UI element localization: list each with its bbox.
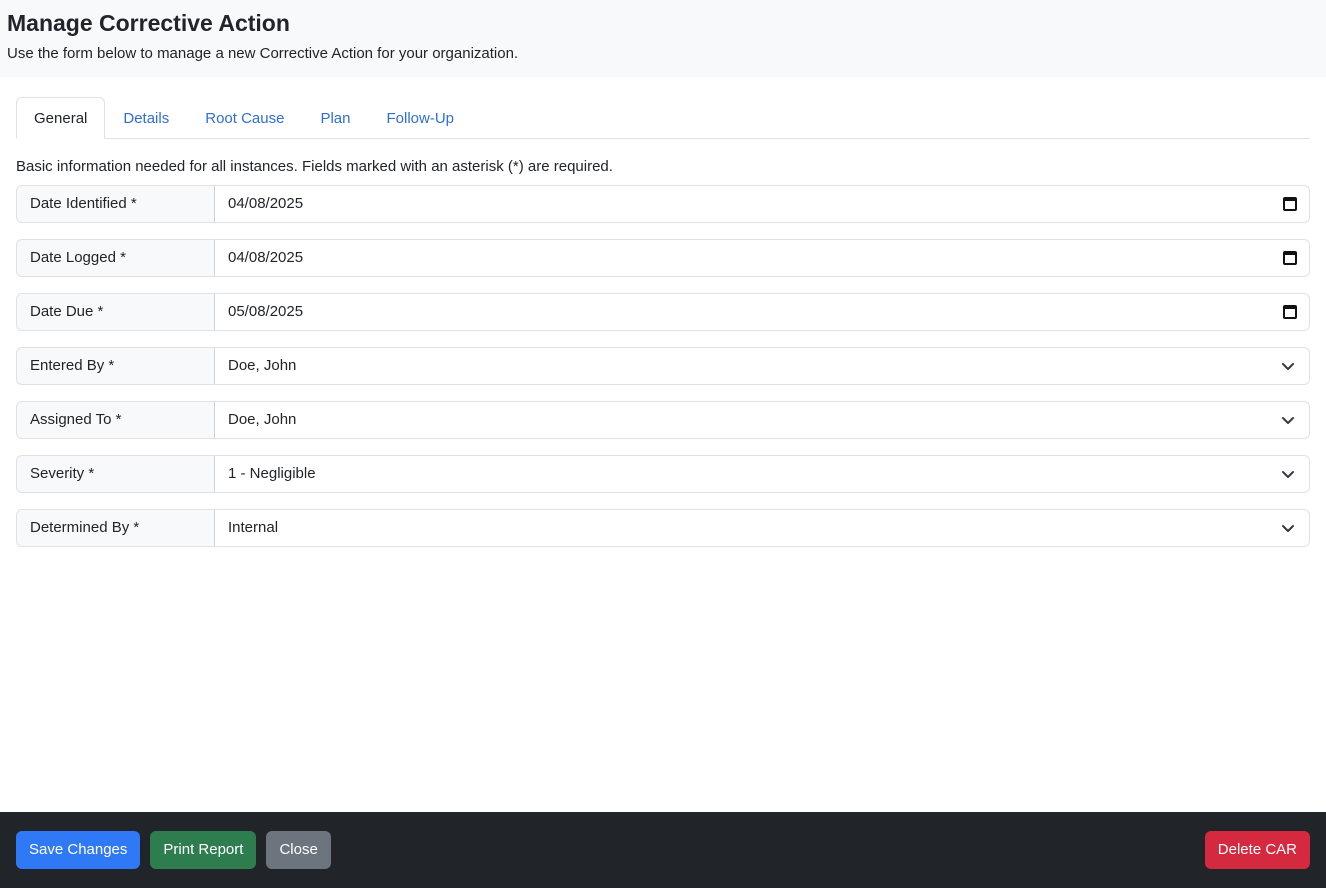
- calendar-icon[interactable]: [1283, 251, 1297, 265]
- calendar-icon[interactable]: [1283, 197, 1297, 211]
- determined-by-select[interactable]: Internal: [214, 509, 1310, 547]
- date-identified-input[interactable]: 04/08/2025: [214, 185, 1310, 223]
- determined-by-label: Determined By *: [16, 509, 215, 547]
- date-due-label: Date Due *: [16, 293, 215, 331]
- close-button[interactable]: Close: [266, 831, 331, 869]
- tab-bar: General Details Root Cause Plan Follow-U…: [16, 97, 1310, 139]
- determined-by-row: Determined By * Internal: [16, 509, 1310, 547]
- determined-by-value: Internal: [228, 519, 279, 536]
- date-logged-value: 04/08/2025: [228, 249, 304, 266]
- assigned-to-select[interactable]: Doe, John: [214, 401, 1310, 439]
- date-due-row: Date Due * 05/08/2025: [16, 293, 1310, 331]
- severity-row: Severity * 1 - Negligible: [16, 455, 1310, 493]
- footer-action-bar: Save Changes Print Report Close Delete C…: [0, 812, 1326, 888]
- assigned-to-value: Doe, John: [228, 411, 297, 428]
- date-logged-row: Date Logged * 04/08/2025: [16, 239, 1310, 277]
- page-title: Manage Corrective Action: [7, 10, 290, 36]
- severity-value: 1 - Negligible: [228, 465, 316, 482]
- chevron-down-icon: [1281, 521, 1295, 535]
- tab-root-cause[interactable]: Root Cause: [187, 97, 302, 139]
- date-logged-label: Date Logged *: [16, 239, 215, 277]
- tab-plan[interactable]: Plan: [302, 97, 368, 139]
- date-logged-input[interactable]: 04/08/2025: [214, 239, 1310, 277]
- severity-select[interactable]: 1 - Negligible: [214, 455, 1310, 493]
- assigned-to-label: Assigned To *: [16, 401, 215, 439]
- tab-details[interactable]: Details: [105, 97, 187, 139]
- print-report-button[interactable]: Print Report: [150, 831, 257, 869]
- entered-by-select[interactable]: Doe, John: [214, 347, 1310, 385]
- delete-car-button[interactable]: Delete CAR: [1204, 831, 1310, 869]
- assigned-to-row: Assigned To * Doe, John: [16, 401, 1310, 439]
- form-help-text: Basic information needed for all instanc…: [16, 158, 613, 175]
- chevron-down-icon: [1281, 359, 1295, 373]
- chevron-down-icon: [1281, 467, 1295, 481]
- date-identified-label: Date Identified *: [16, 185, 215, 223]
- severity-label: Severity *: [16, 455, 215, 493]
- page-subtitle: Use the form below to manage a new Corre…: [7, 45, 519, 62]
- entered-by-label: Entered By *: [16, 347, 215, 385]
- calendar-icon[interactable]: [1283, 305, 1297, 319]
- date-identified-value: 04/08/2025: [228, 195, 304, 212]
- date-due-value: 05/08/2025: [228, 303, 304, 320]
- entered-by-row: Entered By * Doe, John: [16, 347, 1310, 385]
- tab-general[interactable]: General: [16, 97, 106, 139]
- page-header: Manage Corrective Action Use the form be…: [0, 0, 1326, 77]
- save-changes-button[interactable]: Save Changes: [16, 831, 141, 869]
- date-due-input[interactable]: 05/08/2025: [214, 293, 1310, 331]
- main-content: General Details Root Cause Plan Follow-U…: [0, 77, 1326, 547]
- date-identified-row: Date Identified * 04/08/2025: [16, 185, 1310, 223]
- entered-by-value: Doe, John: [228, 357, 297, 374]
- chevron-down-icon: [1281, 413, 1295, 427]
- tab-follow-up[interactable]: Follow-Up: [368, 97, 472, 139]
